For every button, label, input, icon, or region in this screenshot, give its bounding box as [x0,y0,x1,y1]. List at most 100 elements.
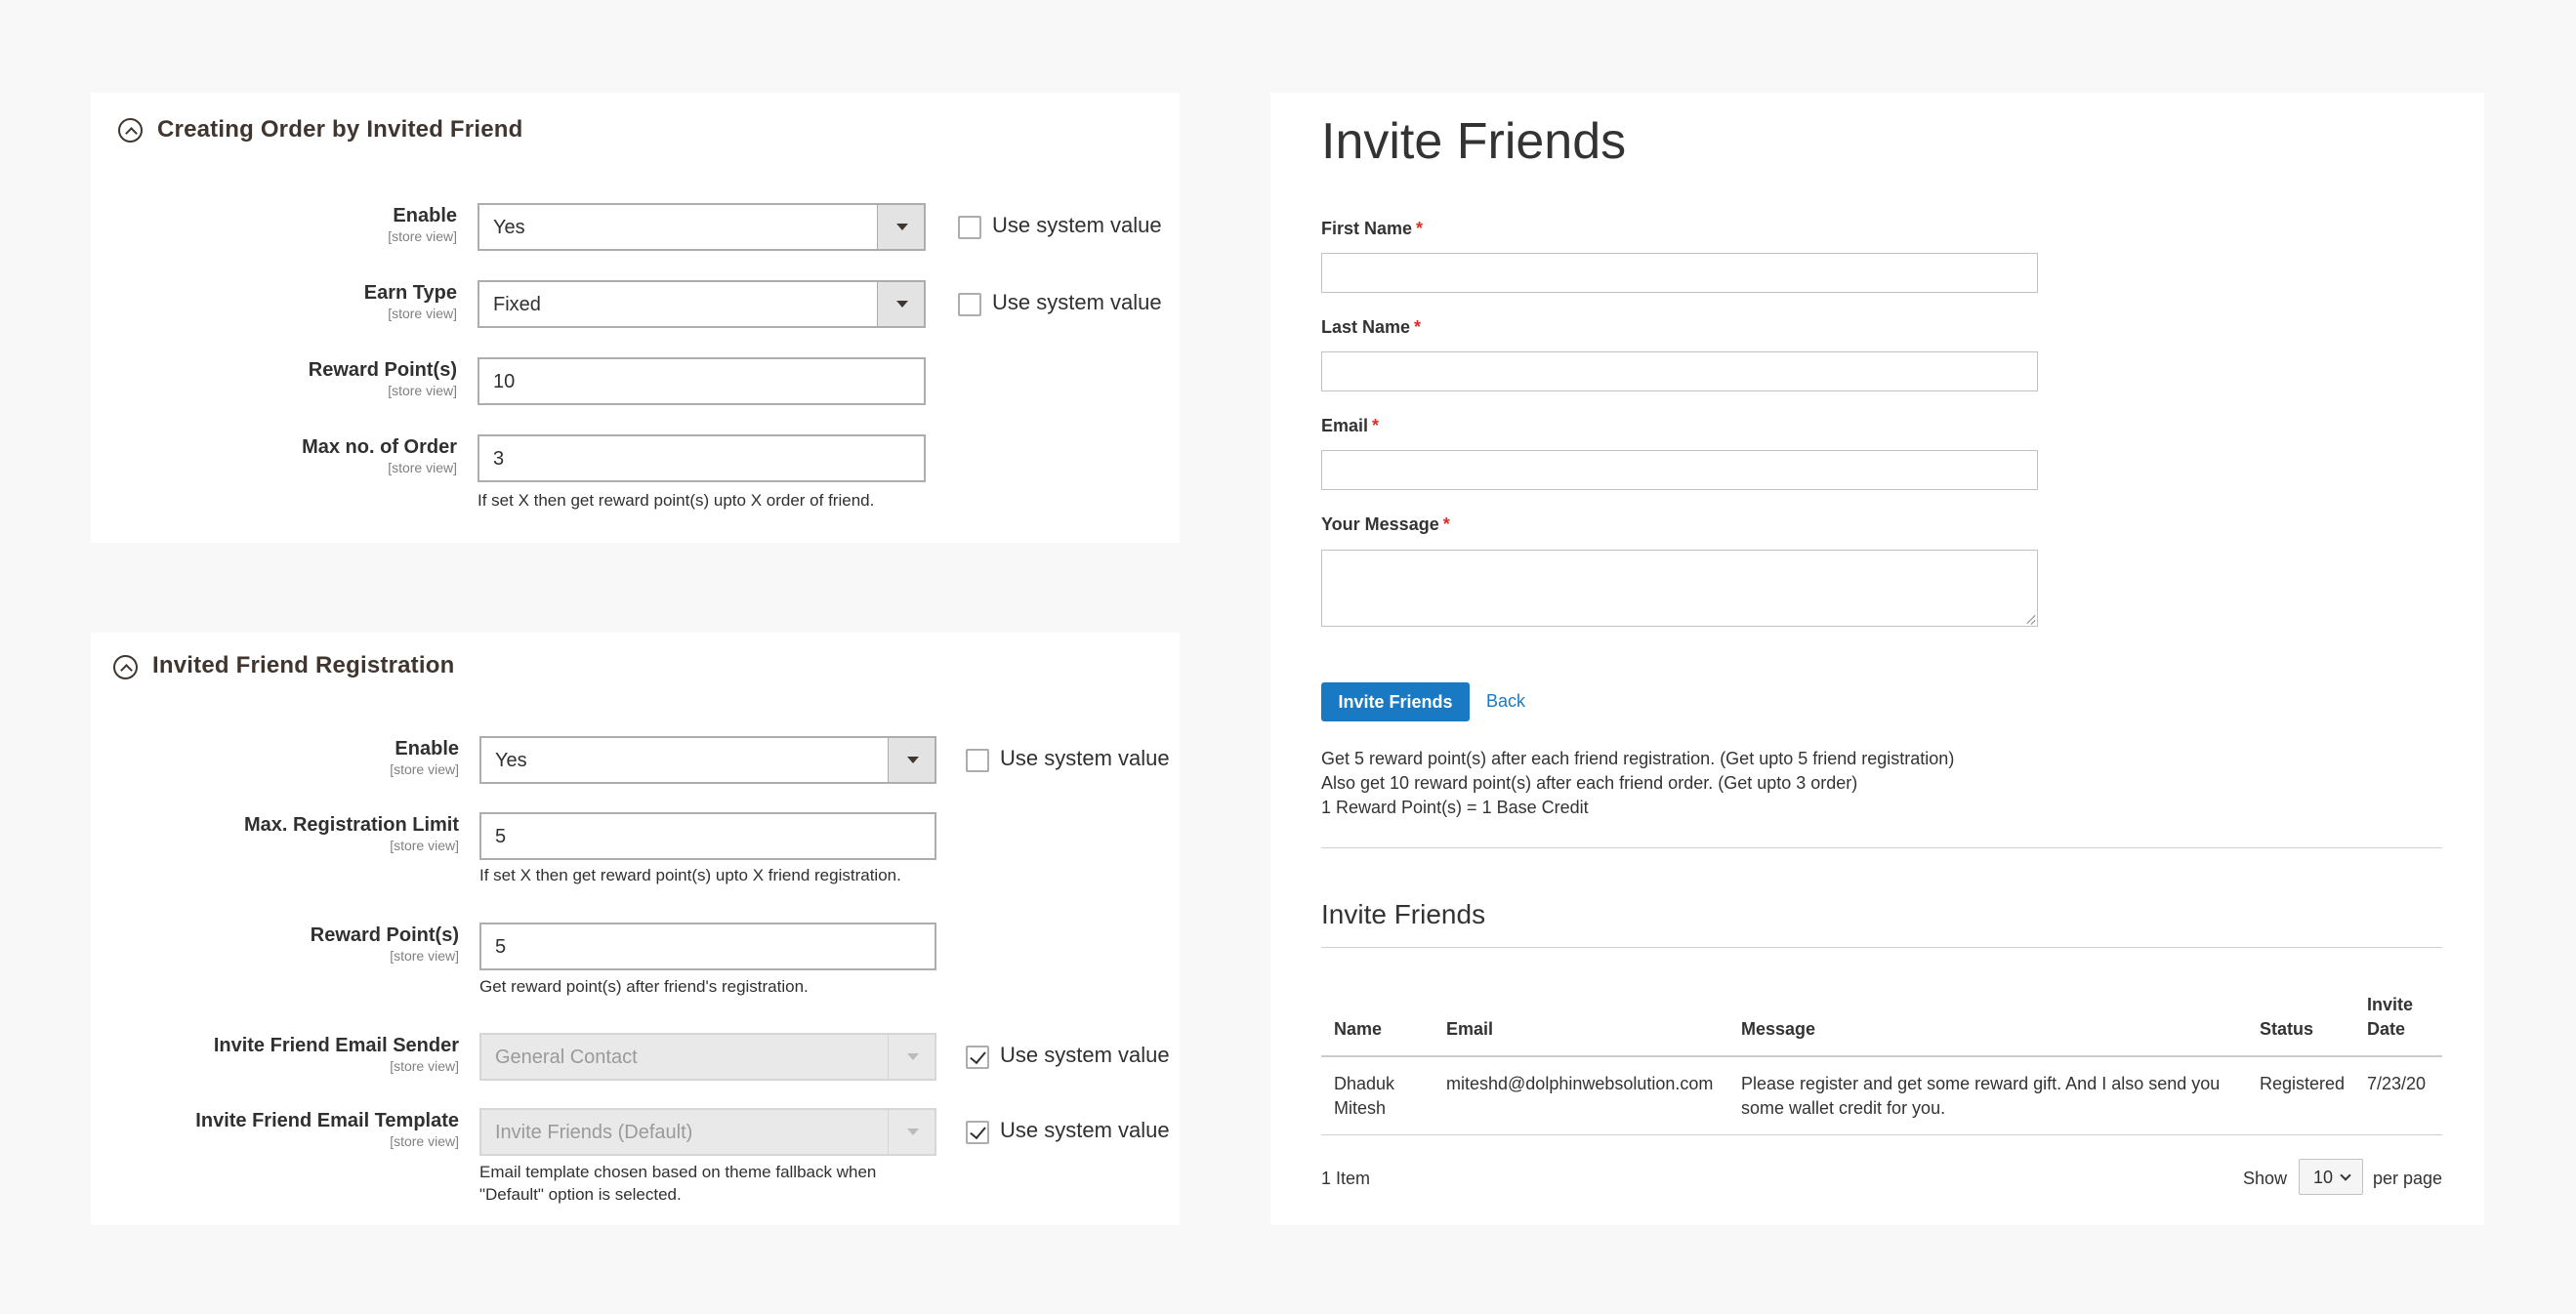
enable-select-value: Yes [493,217,525,238]
enable-label: Enable [393,205,457,226]
email-sender-label: Invite Friend Email Sender [213,1035,459,1056]
back-link[interactable]: Back [1486,691,1525,712]
item-count: 1 Item [1321,1169,1371,1188]
invites-table-title: Invite Friends [1321,899,1486,929]
scope-label: [store view] [390,948,459,964]
email-template-select[interactable]: Invite Friends (Default) [479,1108,936,1156]
last-name-input[interactable] [1321,351,2038,391]
cell-email: miteshd@dolphinwebsolution.com [1446,1074,1714,1093]
message-textarea[interactable] [1321,550,2038,627]
column-header-name: Name [1334,1019,1383,1039]
max-registration-note: If set X then get reward point(s) upto X… [479,866,901,884]
registration-enable-value: Yes [495,750,527,771]
earn-type-select[interactable]: Fixed [478,280,926,328]
earn-type-label: Earn Type [363,282,457,304]
email-label: Email * [1321,416,1380,435]
reward-points-label: Reward Point(s) [308,359,457,381]
info-line: Also get 10 reward point(s) after each f… [1321,773,1858,793]
registration-reward-points-value: 5 [495,936,507,958]
email-template-note-line1: Email template chosen based on theme fal… [479,1163,877,1181]
scope-label: [store view] [390,1058,459,1074]
per-page-value: 10 [2313,1168,2334,1187]
reward-points-input[interactable]: 10 [478,357,926,405]
scope-label: [store view] [388,228,457,244]
collapse-icon[interactable] [113,655,138,679]
first-name-input[interactable] [1321,253,2038,293]
section-title-registration[interactable]: Invited Friend Registration [152,652,454,679]
scope-label: [store view] [388,383,457,398]
column-header-message: Message [1741,1019,1816,1039]
chevron-down-icon [2340,1170,2351,1181]
last-name-label: Last Name * [1321,317,1422,337]
collapse-icon[interactable] [118,118,143,143]
dropdown-arrow-icon [888,1110,935,1154]
registration-enable-use-system-checkbox[interactable] [966,749,989,772]
email-sender-select[interactable]: General Contact [479,1033,936,1081]
email-template-value: Invite Friends (Default) [495,1122,693,1143]
message-label: Your Message * [1321,514,1450,534]
page-title: Invite Friends [1321,113,1627,170]
cell-name-line1: Dhaduk [1334,1074,1395,1093]
column-header-email: Email [1446,1019,1494,1039]
enable-use-system-checkbox[interactable] [958,216,981,239]
reward-points-note: Get reward point(s) after friend's regis… [479,977,809,996]
dropdown-arrow-icon [888,738,935,782]
use-system-value-label: Use system value [1000,1043,1170,1067]
max-order-label: Max no. of Order [302,436,457,458]
scope-label: [store view] [390,761,459,777]
earn-type-use-system-checkbox[interactable] [958,293,981,316]
max-registration-value: 5 [495,826,507,847]
column-header-date-line1: Invite [2367,995,2414,1014]
invite-friends-button[interactable]: Invite Friends [1321,682,1470,721]
enable-select[interactable]: Yes [478,203,926,251]
reward-points-input-value: 10 [493,371,516,392]
dropdown-arrow-icon [888,1035,935,1079]
scope-label: [store view] [388,460,457,475]
registration-settings-panel: Invited Friend Registration Enable [stor… [91,633,1180,1225]
earn-type-select-value: Fixed [493,294,541,315]
first-name-label: First Name * [1321,219,1424,238]
cell-message-line1: Please register and get some reward gift… [1741,1074,2221,1093]
column-header-status: Status [2260,1019,2314,1039]
email-template-label: Invite Friend Email Template [195,1110,459,1131]
email-template-note-line2: "Default" option is selected. [479,1185,682,1204]
dropdown-arrow-icon [877,205,924,249]
divider [1321,847,2442,848]
table-header-divider [1321,1055,2442,1057]
resize-handle-icon[interactable] [2025,614,2035,624]
invite-friends-panel: Invite Friends First Name * Last Name * Em… [1270,93,2484,1225]
use-system-value-label: Use system value [992,290,1162,314]
per-page-select[interactable]: 10 [2299,1159,2363,1195]
max-order-note: If set X then get reward point(s) upto X… [478,491,875,510]
email-input[interactable] [1321,450,2038,490]
required-mark: * [1414,317,1422,337]
divider [1321,1134,2442,1135]
required-mark: * [1442,514,1450,534]
max-order-input[interactable]: 3 [478,434,926,482]
per-page-label: per page [2373,1169,2443,1188]
scope-label: [store view] [390,838,459,853]
order-settings-panel: Creating Order by Invited Friend Enable … [91,93,1180,543]
show-label: Show [2243,1169,2288,1188]
use-system-value-label: Use system value [1000,746,1170,770]
section-title-order[interactable]: Creating Order by Invited Friend [157,116,522,144]
required-mark: * [1372,416,1380,435]
cell-status: Registered [2260,1074,2346,1093]
email-sender-use-system-checkbox[interactable] [966,1046,989,1069]
use-system-value-label: Use system value [1000,1118,1170,1142]
scope-label: [store view] [390,1133,459,1149]
cell-name-line2: Mitesh [1334,1098,1387,1118]
info-line: Get 5 reward point(s) after each friend … [1321,749,1955,768]
info-line: 1 Reward Point(s) = 1 Base Credit [1321,798,1589,817]
divider [1321,947,2442,948]
enable-label: Enable [395,738,459,760]
registration-enable-select[interactable]: Yes [479,736,936,784]
reward-points-label: Reward Point(s) [310,924,459,946]
column-header-date-line2: Date [2367,1019,2406,1039]
max-registration-input[interactable]: 5 [479,812,936,860]
cell-message-line2: some wallet credit for you. [1741,1098,1946,1118]
required-mark: * [1416,219,1424,238]
registration-reward-points-input[interactable]: 5 [479,923,936,970]
scope-label: [store view] [388,306,457,321]
email-template-use-system-checkbox[interactable] [966,1121,989,1144]
